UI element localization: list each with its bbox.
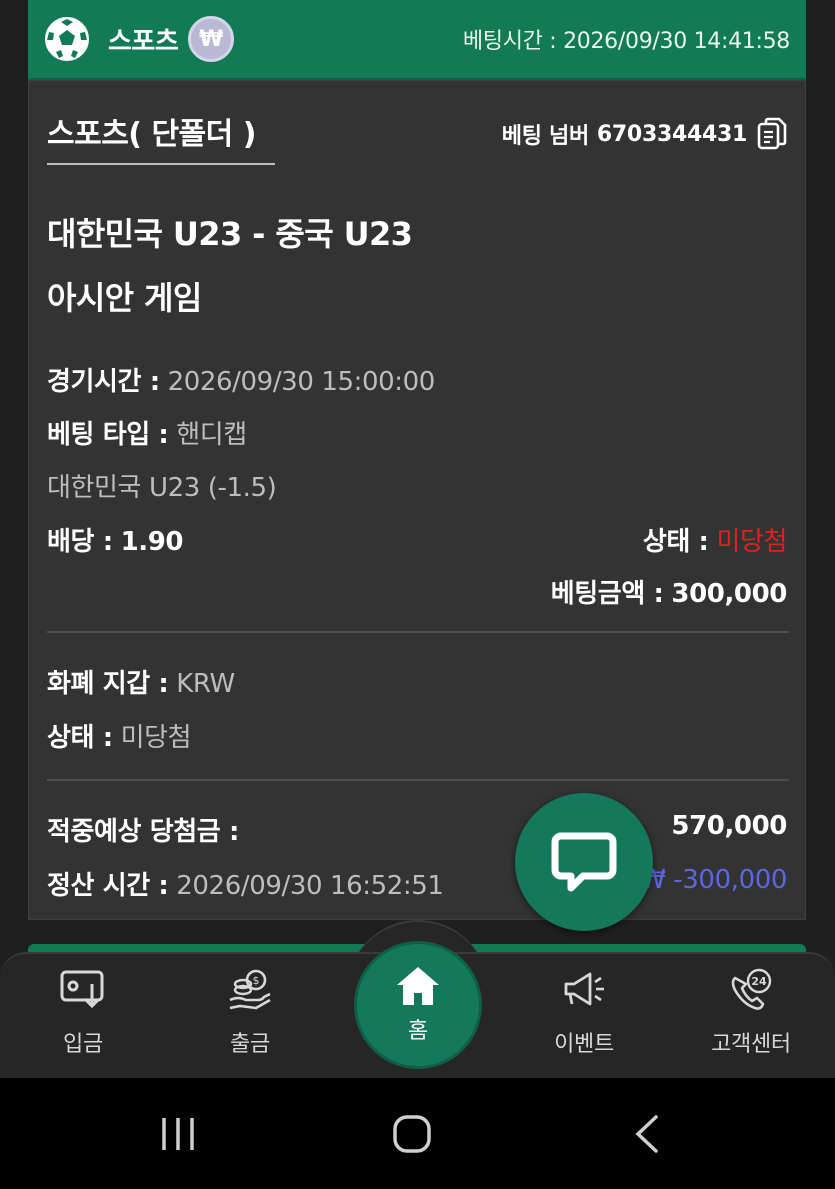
deposit-icon [60,970,104,1009]
status-value: 미당첨 [716,527,787,557]
bet-kind-label: 베팅 타입 : [47,420,169,450]
nav-home-button[interactable]: 홈 [354,941,482,1069]
expected-win-row: 적중예상 당첨금 : [47,811,239,848]
nav-deposit[interactable]: 입금 [23,968,143,1058]
expected-win-amount: 570,000 [671,811,787,841]
divider [47,779,789,781]
settle-amount-row: ₩ -300,000 [640,865,787,895]
nav-event[interactable]: 이벤트 [524,968,644,1058]
status-label: 상태 : [642,527,709,557]
copy-icon[interactable] [757,117,787,151]
back-icon[interactable] [632,1114,662,1154]
recent-apps-icon[interactable] [158,1114,198,1154]
settle-time-row: 정산 시간 : 2026/09/30 16:52:51 [47,865,444,902]
expected-win-label: 적중예상 당첨금 : [47,817,239,847]
match-time-value: 2026/09/30 15:00:00 [167,367,436,397]
bet-time-label: 베팅시간 : [462,29,557,54]
wallet-label: 화폐 지갑 : [47,669,169,699]
bet-time-value: 2026/09/30 14:41:58 [563,29,790,54]
match-time-label: 경기시간 : [47,367,160,397]
selection-value: 대한민국 U23 (-1.5) [47,473,277,503]
match-time-row: 경기시간 : 2026/09/30 15:00:00 [47,361,435,398]
nav-support[interactable]: 24 고객센터 [691,968,811,1058]
nav-deposit-label: 입금 [63,1032,103,1057]
bet-type-title: 스포츠( 단폴더 ) [47,117,256,152]
wallet-value: KRW [176,669,235,699]
header-bar: 스포츠 ₩ 베팅시간 : 2026/09/30 14:41:58 [28,0,806,80]
bet-detail-card: 스포츠( 단폴더 ) 베팅 넘버 6703344431 대한민국 U23 - 중… [28,80,806,920]
odds-row: 배당 : 1.90 [47,521,184,558]
nav-withdraw-label: 출금 [230,1032,270,1057]
settle-time-label: 정산 시간 : [47,871,169,901]
stake-label: 베팅금액 : [550,579,664,609]
header-title: 스포츠 [108,26,179,57]
chat-bubble-icon [551,832,617,892]
won-symbol: ₩ [199,26,224,52]
odds-label: 배당 : [47,527,113,557]
expected-win-value: 570,000 [671,811,787,841]
bet-kind-row: 베팅 타입 : 핸디캡 [47,414,247,451]
nav-withdraw[interactable]: $ 출금 [190,968,310,1058]
settle-amount: ₩ -300,000 [640,865,787,895]
selection-row: 대한민국 U23 (-1.5) [47,467,277,504]
bet-kind-value: 핸디캡 [176,420,247,450]
status-row: 상태 : 미당첨 [642,521,788,558]
status2-label: 상태 : [47,723,113,753]
status2-value: 미당첨 [120,723,192,753]
nav-event-label: 이벤트 [554,1032,614,1057]
divider [47,631,789,633]
chat-button[interactable] [515,793,653,931]
svg-text:$: $ [253,974,260,987]
bet-number: 베팅 넘버 6703344431 [502,117,787,151]
stake-value: 300,000 [671,579,787,609]
nav-support-label: 고객센터 [711,1032,791,1057]
soccer-ball-icon [45,17,89,61]
match-title: 대한민국 U23 - 중국 U23 [47,215,413,253]
wallet-row: 화폐 지갑 : KRW [47,663,235,700]
withdraw-coins-icon: $ [229,969,271,1010]
odds-value: 1.90 [120,527,184,557]
bet-time: 베팅시간 : 2026/09/30 14:41:58 [463,23,790,55]
stake-row: 베팅금액 : 300,000 [550,573,788,610]
bet-number-value: 6703344431 [596,121,747,147]
bet-number-label: 베팅 넘버 [501,124,589,149]
title-underline [47,163,275,165]
nav-home-label: 홈 [407,1019,429,1044]
settle-time-value: 2026/09/30 16:52:51 [176,871,444,901]
league-title: 아시안 게임 [47,279,202,317]
system-nav-bar [0,1078,835,1189]
status2-row: 상태 : 미당첨 [47,717,192,754]
support-badge: 24 [751,975,767,988]
system-home-icon[interactable] [392,1114,432,1154]
support-24-phone-icon: 24 [731,968,772,1010]
app-root: 스포츠 ₩ 베팅시간 : 2026/09/30 14:41:58 스포츠( 단폴… [0,0,835,1189]
megaphone-icon [564,972,604,1006]
won-currency-icon[interactable]: ₩ [188,16,235,62]
home-icon [397,967,439,1005]
